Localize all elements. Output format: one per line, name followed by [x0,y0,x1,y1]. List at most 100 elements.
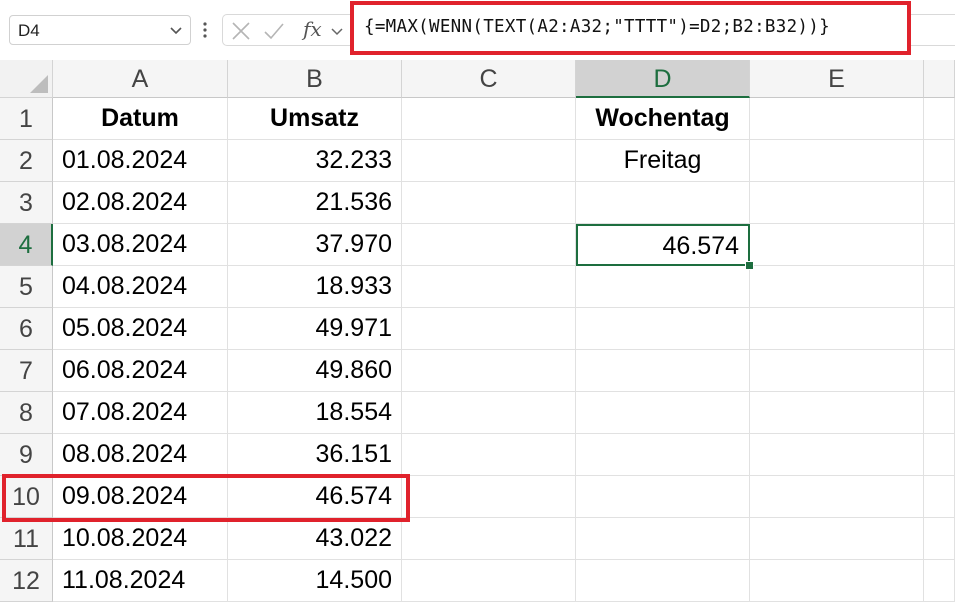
cell-f10[interactable] [924,476,955,518]
cell-c5[interactable] [402,266,576,308]
cell-a2[interactable]: 01.08.2024 [53,140,228,182]
cell-f8[interactable] [924,392,955,434]
cell-f3[interactable] [924,182,955,224]
cell-b6[interactable]: 49.971 [228,308,402,350]
cell-e4[interactable] [750,224,924,266]
cell-d11[interactable] [576,518,750,560]
cell-d1[interactable]: Wochentag [576,98,750,140]
cell-f4[interactable] [924,224,955,266]
cell-a7[interactable]: 06.08.2024 [53,350,228,392]
cell-a8[interactable]: 07.08.2024 [53,392,228,434]
cell-a5[interactable]: 04.08.2024 [53,266,228,308]
cell-b7[interactable]: 49.860 [228,350,402,392]
cell-d4[interactable]: 46.574 [576,224,750,266]
cell-a3[interactable]: 02.08.2024 [53,182,228,224]
row-header-2[interactable]: 2 [0,140,53,182]
cell-c11[interactable] [402,518,576,560]
cell-e10[interactable] [750,476,924,518]
row-header-8[interactable]: 8 [0,392,53,434]
cell-a1[interactable]: Datum [53,98,228,140]
cell-d7[interactable] [576,350,750,392]
cell-d2[interactable]: Freitag [576,140,750,182]
cell-d10[interactable] [576,476,750,518]
cell-c1[interactable] [402,98,576,140]
name-box[interactable]: D4 [9,15,191,45]
row-header-5[interactable]: 5 [0,266,53,308]
chevron-down-icon[interactable] [167,21,185,39]
cell-a9[interactable]: 08.08.2024 [53,434,228,476]
row-header-3[interactable]: 3 [0,182,53,224]
cell-d12[interactable] [576,560,750,602]
cell-c4[interactable] [402,224,576,266]
row-header-1[interactable]: 1 [0,98,53,140]
cell-e7[interactable] [750,350,924,392]
cell-e9[interactable] [750,434,924,476]
cell-b12[interactable]: 14.500 [228,560,402,602]
row-header-6[interactable]: 6 [0,308,53,350]
cell-e8[interactable] [750,392,924,434]
cell-a6[interactable]: 05.08.2024 [53,308,228,350]
cell-d5[interactable] [576,266,750,308]
cell-f6[interactable] [924,308,955,350]
cell-d9[interactable] [576,434,750,476]
cell-c3[interactable] [402,182,576,224]
cell-f9[interactable] [924,434,955,476]
cell-f1[interactable] [924,98,955,140]
cell-c6[interactable] [402,308,576,350]
cell-b5[interactable]: 18.933 [228,266,402,308]
row-header-11[interactable]: 11 [0,518,53,560]
cell-e5[interactable] [750,266,924,308]
cell-f11[interactable] [924,518,955,560]
insert-function-icon[interactable]: fx [303,17,322,41]
cell-a10[interactable]: 09.08.2024 [53,476,228,518]
cell-a4[interactable]: 03.08.2024 [53,224,228,266]
cell-b8[interactable]: 18.554 [228,392,402,434]
cell-b2[interactable]: 32.233 [228,140,402,182]
column-header-c[interactable]: C [402,60,576,98]
cell-f12[interactable] [924,560,955,602]
formula-input[interactable]: {=MAX(WENN(TEXT(A2:A32;"TTTT")=D2;B2:B32… [350,1,911,55]
column-header-next[interactable] [924,60,955,98]
row-header-7[interactable]: 7 [0,350,53,392]
cell-b9[interactable]: 36.151 [228,434,402,476]
cell-a12[interactable]: 11.08.2024 [53,560,228,602]
column-header-b[interactable]: B [228,60,402,98]
cell-b11[interactable]: 43.022 [228,518,402,560]
cell-e2[interactable] [750,140,924,182]
column-header-e[interactable]: E [750,60,924,98]
cell-b4[interactable]: 37.970 [228,224,402,266]
select-all-corner[interactable] [0,60,53,98]
cell-e12[interactable] [750,560,924,602]
cell-a11[interactable]: 10.08.2024 [53,518,228,560]
cell-c9[interactable] [402,434,576,476]
column-header-d[interactable]: D [576,60,750,98]
cell-e3[interactable] [750,182,924,224]
enter-check-icon[interactable] [263,21,285,41]
cell-c2[interactable] [402,140,576,182]
row-header-9[interactable]: 9 [0,434,53,476]
cell-b10[interactable]: 46.574 [228,476,402,518]
cell-c12[interactable] [402,560,576,602]
row-header-10[interactable]: 10 [0,476,53,518]
row-header-12[interactable]: 12 [0,560,53,602]
column-header-a[interactable]: A [53,60,228,98]
cell-e1[interactable] [750,98,924,140]
cell-d8[interactable] [576,392,750,434]
cell-f7[interactable] [924,350,955,392]
cell-f2[interactable] [924,140,955,182]
cancel-icon[interactable] [230,21,252,41]
cell-c8[interactable] [402,392,576,434]
row-header-4[interactable]: 4 [0,224,53,266]
cell-b3[interactable]: 21.536 [228,182,402,224]
cell-f5[interactable] [924,266,955,308]
cell-e6[interactable] [750,308,924,350]
cell-c7[interactable] [402,350,576,392]
cell-e11[interactable] [750,518,924,560]
cell-d6[interactable] [576,308,750,350]
cell-b1[interactable]: Umsatz [228,98,402,140]
chevron-down-icon[interactable] [329,23,345,39]
more-options-icon[interactable] [199,16,211,44]
cell-c10[interactable] [402,476,576,518]
fill-handle[interactable] [745,261,754,270]
cell-d3[interactable] [576,182,750,224]
